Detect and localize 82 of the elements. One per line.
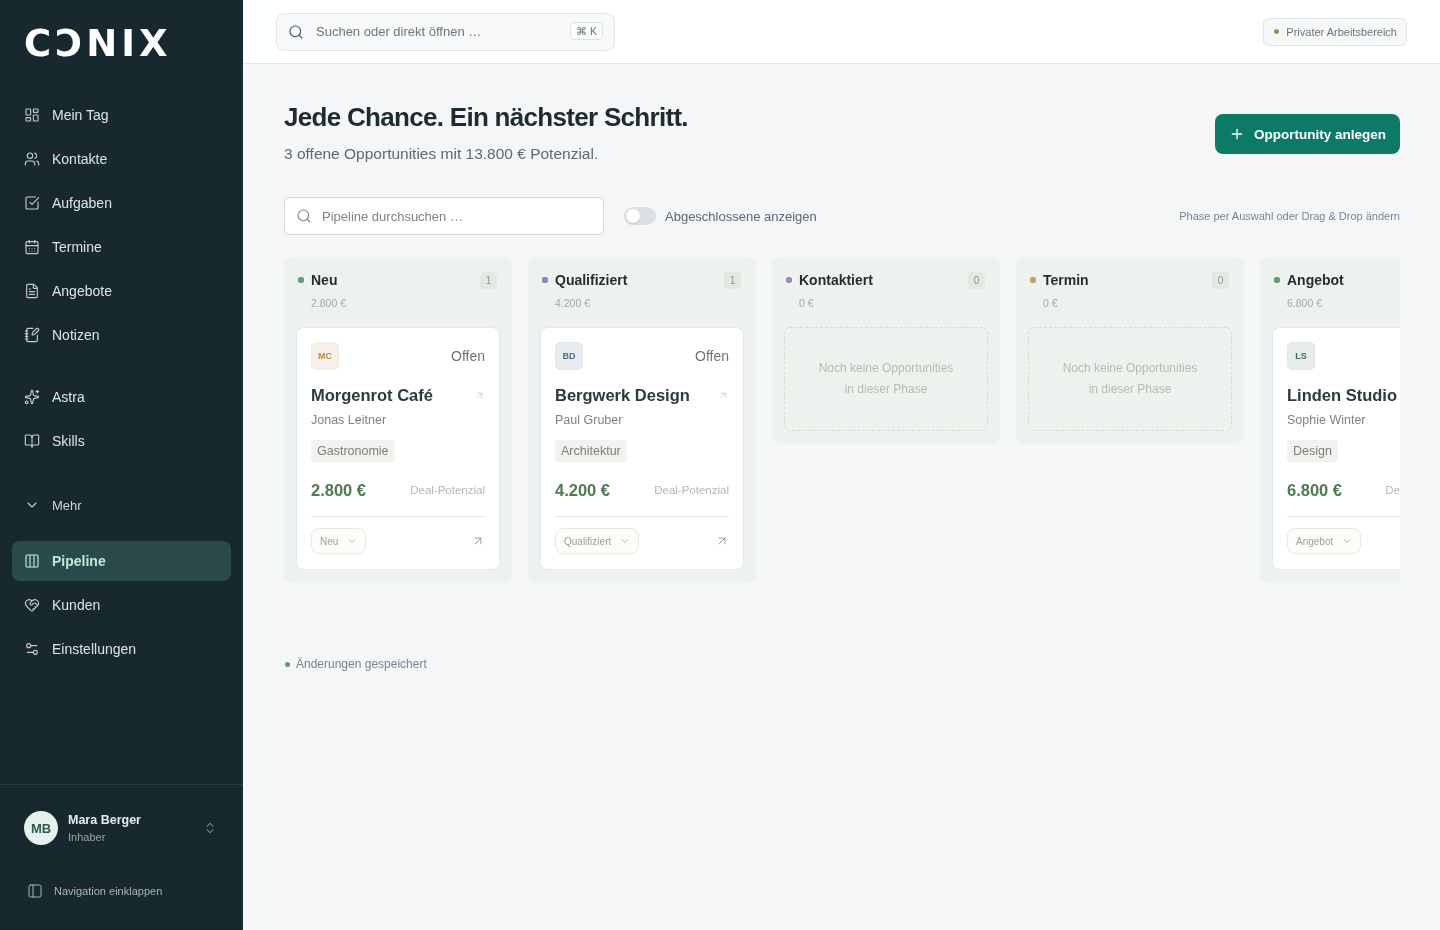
workspace-badge[interactable]: Privater Arbeitsbereich — [1263, 17, 1407, 46]
opportunity-card[interactable]: LS Linden Studio Sophie Winter Design 6.800 € De Angebot — [1272, 327, 1400, 570]
nav-item[interactable]: Kontakte — [12, 139, 231, 179]
column-total: 0 € — [798, 296, 815, 310]
deal-value-label: Deal-Potenzial — [654, 484, 729, 496]
count-badge: 0 — [1212, 271, 1229, 289]
search-icon — [288, 23, 304, 40]
book-icon — [24, 433, 40, 449]
company-avatar: MC — [311, 342, 339, 370]
calendar-icon — [24, 239, 40, 255]
heart-handshake-icon — [24, 597, 40, 613]
deal-value: 4.200 € — [555, 480, 611, 500]
checkbox-icon — [24, 195, 40, 211]
contact-name: Sophie Winter — [1287, 412, 1366, 428]
nav-item[interactable]: Skills — [12, 421, 231, 461]
deal-value-label: De — [1385, 484, 1400, 496]
user-avatar: MB — [24, 811, 58, 845]
nav-item[interactable]: Aufgaben — [12, 183, 231, 223]
company-name: Bergwerk Design — [555, 385, 690, 405]
column-total: 0 € — [1042, 296, 1059, 310]
nav-item[interactable]: Notizen — [12, 315, 231, 355]
count-badge: 1 — [480, 271, 497, 289]
column-title: Kontaktiert — [799, 272, 873, 288]
drag-drop-hint: Phase per Auswahl oder Drag & Drop ändern — [1179, 210, 1400, 222]
collapse-nav-button[interactable]: Navigation einklappen — [24, 883, 163, 899]
company-name: Linden Studio — [1287, 385, 1397, 405]
company-avatar: LS — [1287, 342, 1315, 370]
nav-item[interactable]: Angebote — [12, 271, 231, 311]
empty-message: Noch keine Opportunities in dieser Phase — [1061, 360, 1199, 398]
nav-item[interactable]: Einstellungen — [12, 629, 231, 669]
contact-name: Jonas Leitner — [311, 412, 387, 428]
status-dot — [1274, 29, 1280, 34]
sparkles-icon — [24, 389, 40, 405]
count-badge: 0 — [968, 271, 985, 289]
deal-status: Offen — [451, 348, 485, 364]
toggle-switch[interactable] — [624, 207, 656, 225]
more-toggle[interactable]: Mehr — [12, 485, 94, 525]
column-total: 6.800 € — [1286, 296, 1324, 310]
create-opportunity-button[interactable]: Opportunity anlegen — [1215, 114, 1400, 154]
people-icon — [24, 151, 40, 167]
column-title: Qualifiziert — [555, 272, 628, 288]
nav-item[interactable]: Termine — [12, 227, 231, 267]
status-dot — [285, 661, 290, 667]
count-badge: 1 — [724, 271, 741, 289]
deal-status: Offen — [695, 348, 729, 364]
industry-tag: Design — [1287, 440, 1338, 462]
column-title: Neu — [311, 272, 338, 288]
opportunity-card[interactable]: BD Offen Bergwerk Design Paul Gruber Architektur 4.200 € Deal-Potenzial Qualifiziert — [540, 327, 744, 570]
grid-icon — [24, 107, 40, 123]
industry-tag: Gastronomie — [311, 440, 395, 462]
column-title: Angebot — [1287, 272, 1344, 288]
company-name: Morgenrot Café — [311, 385, 433, 405]
plus-icon — [1229, 126, 1245, 142]
user-name: Mara Berger — [68, 813, 141, 827]
column-total: 4.200 € — [554, 296, 592, 310]
deal-value: 2.800 € — [311, 480, 367, 500]
nav-item[interactable]: Astra — [12, 377, 231, 417]
save-status: Änderungen gespeichert — [296, 657, 427, 671]
deal-value: 6.800 € — [1287, 480, 1343, 500]
deal-value-label: Deal-Potenzial — [410, 484, 485, 496]
nav-item[interactable]: Pipeline — [12, 541, 231, 581]
opportunity-card[interactable]: MC Offen Morgenrot Café Jonas Leitner Gastronomie 2.800 € Deal-Potenzial Neu — [296, 327, 500, 570]
document-icon — [24, 283, 40, 299]
nav-item[interactable]: Kunden — [12, 585, 231, 625]
panel-icon — [27, 883, 43, 899]
search-icon — [296, 208, 312, 224]
industry-tag: Architektur — [555, 440, 627, 462]
column-title: Termin — [1043, 272, 1089, 288]
empty-message: Noch keine Opportunities in dieser Phase — [817, 360, 955, 398]
page-title: Jede Chance. Ein nächster Schritt. — [284, 101, 688, 133]
page-subtitle: 3 offene Opportunities mit 13.800 € Potenzial. — [284, 144, 599, 164]
notebook-icon — [24, 327, 40, 343]
nav-item[interactable]: Mein Tag — [12, 95, 231, 135]
sliders-icon — [24, 641, 40, 657]
pipeline-search-field[interactable]: Pipeline durchsuchen … — [284, 197, 604, 235]
company-avatar: BD — [555, 342, 583, 370]
toggle-label: Abgeschlossene anzeigen — [665, 208, 817, 224]
logo: CƆNIX — [24, 29, 172, 59]
column-total: 2.800 € — [310, 296, 348, 310]
contact-name: Paul Gruber — [555, 412, 623, 428]
columns-icon — [24, 553, 40, 569]
user-role: Inhaber — [68, 831, 107, 843]
